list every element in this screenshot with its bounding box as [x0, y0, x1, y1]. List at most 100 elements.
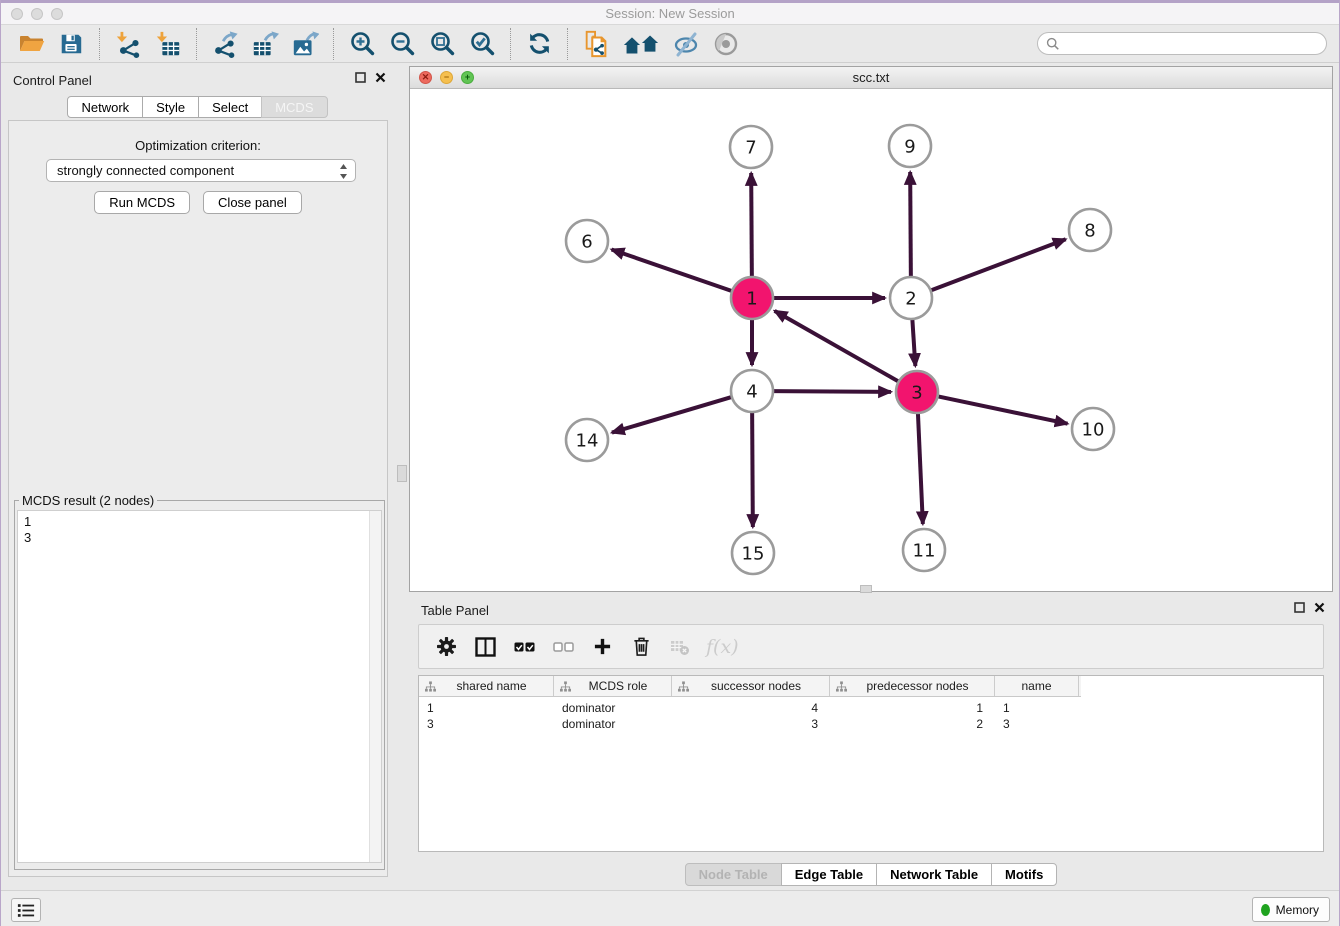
gear-icon	[436, 636, 457, 657]
task-history-button[interactable]	[11, 898, 41, 922]
tab-network-table[interactable]: Network Table	[876, 863, 992, 886]
clone-network-button[interactable]	[581, 28, 611, 60]
table-row[interactable]: 1dominator411	[419, 700, 1323, 716]
home-view-button[interactable]	[621, 28, 661, 60]
import-table-icon	[154, 30, 182, 58]
tab-edge-table[interactable]: Edge Table	[781, 863, 877, 886]
add-column-button[interactable]	[589, 634, 615, 660]
memory-button[interactable]: Memory	[1252, 897, 1330, 922]
show-columns-button[interactable]	[472, 634, 498, 660]
node-label-6: 6	[581, 232, 592, 253]
node-label-9: 9	[904, 137, 915, 158]
edge-3-10[interactable]	[938, 396, 1068, 423]
checked-boxes-icon	[514, 642, 535, 652]
node-label-4: 4	[746, 382, 757, 403]
save-session-button[interactable]	[56, 28, 86, 60]
zoom-out-icon	[389, 30, 416, 57]
export-network-button[interactable]	[210, 28, 240, 60]
network-window-titlebar[interactable]: ✕ − + scc.txt	[410, 67, 1332, 89]
criterion-select[interactable]: strongly connected component	[46, 159, 356, 182]
edge-2-3[interactable]	[912, 319, 915, 366]
node-label-8: 8	[1084, 221, 1095, 242]
zoom-in-icon	[349, 30, 376, 57]
import-table-button[interactable]	[153, 28, 183, 60]
close-table-panel-icon[interactable]	[1314, 602, 1325, 613]
mcds-result-line: 3	[24, 530, 375, 546]
node-label-14: 14	[576, 431, 599, 452]
network-graph[interactable]: 7968124314101511	[410, 89, 1332, 591]
edge-2-8[interactable]	[931, 239, 1066, 290]
open-session-button[interactable]	[16, 28, 46, 60]
function-builder-button[interactable]: f(x)	[706, 634, 739, 660]
column-header-successor-nodes[interactable]: successor nodes	[672, 676, 830, 696]
column-header-mcds-role[interactable]: MCDS role	[554, 676, 672, 696]
table-toolbar: f(x)	[418, 624, 1324, 669]
toolbar-separator	[567, 28, 568, 60]
export-image-button[interactable]	[290, 28, 320, 60]
node-label-1: 1	[746, 289, 757, 310]
float-panel-icon[interactable]	[355, 72, 366, 83]
memory-label: Memory	[1276, 903, 1319, 917]
edge-4-3[interactable]	[773, 391, 891, 392]
zoom-in-button[interactable]	[347, 28, 377, 60]
vertical-splitter-handle[interactable]	[397, 465, 407, 482]
horizontal-splitter-handle[interactable]	[860, 585, 872, 593]
select-all-button[interactable]	[511, 634, 537, 660]
table-row[interactable]: 3dominator323	[419, 716, 1323, 732]
select-stepper-icon	[339, 163, 348, 183]
edge-4-15[interactable]	[752, 412, 753, 527]
edge-3-1[interactable]	[775, 311, 899, 382]
deselect-all-button[interactable]	[550, 634, 576, 660]
node-table-header: shared name MCDS role successor nodes pr…	[419, 676, 1081, 697]
table-cell: 1	[995, 701, 1079, 715]
refresh-layout-button[interactable]	[524, 28, 554, 60]
node-table-body: 1dominator4113dominator323	[419, 697, 1323, 732]
hierarchy-icon	[836, 681, 847, 692]
columns-icon	[475, 637, 496, 657]
toolbar-separator	[196, 28, 197, 60]
show-eye-button[interactable]	[711, 28, 741, 60]
zoom-out-button[interactable]	[387, 28, 417, 60]
column-header-predecessor-nodes[interactable]: predecessor nodes	[830, 676, 995, 696]
column-header-name[interactable]: name	[995, 676, 1079, 696]
node-table: shared name MCDS role successor nodes pr…	[418, 675, 1324, 852]
zoom-fit-icon	[429, 30, 456, 57]
table-cell: 1	[830, 701, 995, 715]
result-scrollbar[interactable]	[369, 511, 381, 862]
edge-4-14[interactable]	[612, 397, 732, 433]
mcds-result-title: MCDS result (2 nodes)	[19, 493, 157, 508]
column-header-shared-name[interactable]: shared name	[419, 676, 554, 696]
control-panel-title: Control Panel	[13, 73, 92, 88]
import-network-button[interactable]	[113, 28, 143, 60]
zoom-selected-icon	[469, 30, 496, 57]
zoom-selected-button[interactable]	[467, 28, 497, 60]
export-table-icon	[251, 30, 279, 58]
delete-column-button[interactable]	[628, 634, 654, 660]
edge-1-6[interactable]	[612, 249, 733, 291]
network-view-window: ✕ − + scc.txt 7968124314101511	[409, 66, 1333, 592]
close-panel-icon[interactable]	[375, 72, 386, 83]
tab-mcds[interactable]: MCDS	[261, 96, 327, 118]
network-canvas[interactable]: 7968124314101511	[410, 89, 1332, 591]
search-input[interactable]	[1065, 35, 1326, 53]
edge-1-7[interactable]	[751, 173, 752, 277]
tab-motifs[interactable]: Motifs	[991, 863, 1057, 886]
delete-table-button[interactable]	[667, 634, 693, 660]
export-table-button[interactable]	[250, 28, 280, 60]
run-mcds-button[interactable]: Run MCDS	[94, 191, 190, 214]
hierarchy-icon	[678, 681, 689, 692]
toolbar-separator	[333, 28, 334, 60]
tab-node-table[interactable]: Node Table	[685, 863, 782, 886]
tab-select[interactable]: Select	[198, 96, 262, 118]
search-box[interactable]	[1037, 32, 1327, 55]
table-settings-button[interactable]	[433, 634, 459, 660]
tab-style[interactable]: Style	[142, 96, 199, 118]
close-panel-button[interactable]: Close panel	[203, 191, 302, 214]
float-table-panel-icon[interactable]	[1294, 602, 1305, 613]
mcds-result-text[interactable]: 13	[17, 510, 382, 863]
hide-eye-button[interactable]	[671, 28, 701, 60]
edge-2-9[interactable]	[910, 172, 911, 277]
tab-network[interactable]: Network	[67, 96, 143, 118]
zoom-fit-button[interactable]	[427, 28, 457, 60]
edge-3-11[interactable]	[918, 413, 923, 524]
